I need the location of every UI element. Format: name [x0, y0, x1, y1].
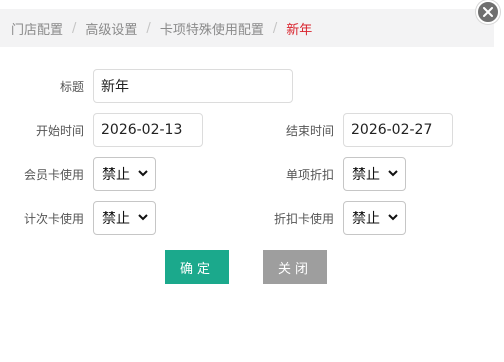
count-card-select[interactable]: 禁止 — [93, 201, 156, 235]
start-time-label: 开始时间 — [35, 124, 84, 138]
dialog-close-button[interactable] — [476, 0, 500, 24]
title-input[interactable] — [93, 69, 293, 103]
dialog: 门店配置 / 高级设置 / 卡项特殊使用配置 / 新年 标题 开始时间 结束时间… — [0, 0, 494, 362]
count-card-select-value: 禁止 — [102, 211, 130, 227]
breadcrumb-item-card-special-config[interactable]: 卡项特殊使用配置 — [160, 19, 264, 38]
chevron-down-icon — [138, 170, 148, 177]
member-card-label: 会员卡使用 — [23, 168, 84, 182]
discount-card-select-value: 禁止 — [352, 211, 380, 227]
chevron-down-icon — [138, 214, 148, 221]
chevron-down-icon — [388, 214, 398, 221]
breadcrumb: 门店配置 / 高级设置 / 卡项特殊使用配置 / 新年 — [0, 9, 494, 47]
close-button[interactable]: 关闭 — [263, 250, 327, 284]
member-card-select[interactable]: 禁止 — [93, 157, 156, 191]
count-card-label: 计次卡使用 — [23, 212, 84, 226]
breadcrumb-item-current: 新年 — [286, 22, 313, 38]
confirm-button[interactable]: 确定 — [165, 250, 229, 284]
title-label: 标题 — [59, 80, 84, 94]
breadcrumb-separator: / — [272, 20, 278, 36]
single-discount-select[interactable]: 禁止 — [343, 157, 406, 191]
start-date-input[interactable] — [93, 113, 203, 147]
member-card-select-value: 禁止 — [102, 167, 130, 183]
breadcrumb-item-store-config[interactable]: 门店配置 — [11, 19, 63, 38]
discount-card-select[interactable]: 禁止 — [343, 201, 406, 235]
end-time-label: 结束时间 — [285, 124, 334, 138]
breadcrumb-separator: / — [146, 20, 151, 36]
discount-card-label: 折扣卡使用 — [273, 212, 334, 226]
breadcrumb-separator: / — [72, 20, 77, 36]
single-discount-select-value: 禁止 — [352, 167, 380, 183]
single-discount-label: 单项折扣 — [285, 168, 334, 182]
end-date-input[interactable] — [343, 113, 453, 147]
chevron-down-icon — [388, 170, 398, 177]
breadcrumb-item-advanced-settings[interactable]: 高级设置 — [85, 19, 137, 38]
close-icon — [483, 7, 493, 17]
